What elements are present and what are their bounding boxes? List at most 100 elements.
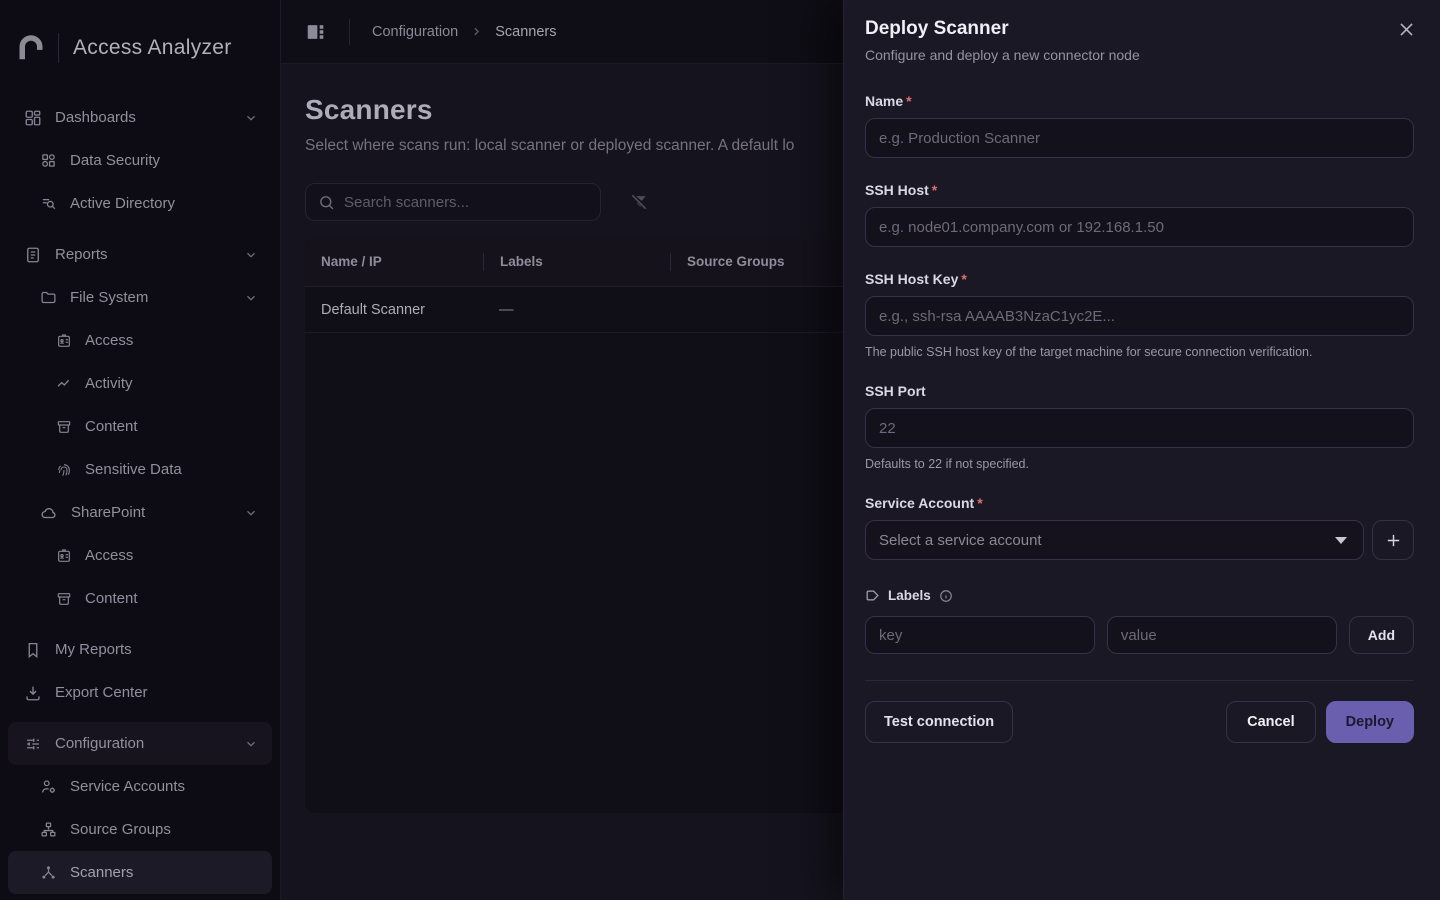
deploy-button[interactable]: Deploy [1326,701,1414,743]
sidebar-item-label: Activity [85,375,133,392]
plus-icon [1385,532,1402,549]
chevron-down-icon [244,111,258,125]
add-service-account-button[interactable] [1372,520,1414,560]
sidebar-item-label: Sensitive Data [85,461,182,478]
sidebar-item-label: My Reports [55,641,132,658]
sidebar-item-label: Access [85,547,133,564]
close-icon[interactable] [1397,20,1416,39]
search-input[interactable] [344,194,588,211]
ssh-port-help: Defaults to 22 if not specified. [865,457,1414,471]
ssh-host-key-help: The public SSH host key of the target ma… [865,345,1414,359]
sidebar-toggle-button[interactable] [305,21,327,43]
sidebar-item-label: Scanners [70,864,133,881]
scanner-node-icon [40,864,57,881]
footer-actions: Cancel Deploy [1226,701,1414,743]
name-field-group: Name* [865,93,1414,158]
labels-inputs-row: Add [865,616,1414,654]
required-marker: * [961,271,966,287]
sidebar-item-file-system[interactable]: File System [8,276,272,319]
drawer-title: Deploy Scanner [865,18,1414,40]
sidebar-item-sharepoint[interactable]: SharePoint [8,491,272,534]
sidebar-item-label: File System [70,289,148,306]
chevron-down-icon [244,506,258,520]
sidebar-item-dashboards[interactable]: Dashboards [8,96,272,139]
footer-divider [865,680,1414,681]
sidebar-item-label: Active Directory [70,195,175,212]
reports-icon [24,246,42,264]
required-marker: * [977,495,982,511]
filter-off-icon[interactable] [629,192,649,212]
ssh-host-label: SSH Host* [865,182,1414,198]
search-icon [318,194,335,211]
topbar-divider [349,19,350,45]
sidebar-item-label: Configuration [55,735,144,752]
info-icon [939,589,953,603]
hierarchy-icon [40,821,57,838]
tag-icon [865,588,880,603]
sidebar-item-fs-content[interactable]: Content [8,405,272,448]
name-field[interactable] [865,118,1414,158]
sidebar-item-label: Access [85,332,133,349]
sidebar-item-sp-access[interactable]: Access [8,534,272,577]
bookmark-icon [24,641,42,659]
app-title: Access Analyzer [73,36,232,60]
sidebar-item-source-groups[interactable]: Source Groups [8,808,272,851]
chevron-right-icon [470,25,483,38]
chevron-down-icon [244,291,258,305]
label-value-field[interactable] [1107,616,1337,654]
sidebar-item-label: Reports [55,246,108,263]
archive-icon [56,419,72,435]
ssh-host-key-label: SSH Host Key* [865,271,1414,287]
sidebar-item-fs-sensitive-data[interactable]: Sensitive Data [8,448,272,491]
download-icon [24,684,42,702]
service-account-label: Service Account* [865,495,1414,511]
deploy-scanner-drawer: Deploy Scanner Configure and deploy a ne… [843,0,1440,900]
name-label: Name* [865,93,1414,109]
test-connection-button[interactable]: Test connection [865,701,1013,743]
ssh-host-field[interactable] [865,207,1414,247]
sidebar-item-service-accounts[interactable]: Service Accounts [8,765,272,808]
folder-icon [40,289,57,306]
archive-icon [56,591,72,607]
sidebar-item-label: SharePoint [71,504,145,521]
column-labels: Labels [483,253,670,271]
breadcrumb: Configuration Scanners [372,24,557,40]
sidebar-item-sp-content[interactable]: Content [8,577,272,620]
sidebar-item-my-reports[interactable]: My Reports [8,628,272,671]
ssh-host-key-field[interactable] [865,296,1414,336]
dashboards-icon [24,109,42,127]
sidebar-item-fs-access[interactable]: Access [8,319,272,362]
cancel-button[interactable]: Cancel [1226,701,1316,743]
sidebar-item-active-directory[interactable]: Active Directory [8,182,272,225]
user-gear-icon [40,778,57,795]
sidebar-item-configuration[interactable]: Configuration [8,722,272,765]
label-key-field[interactable] [865,616,1095,654]
sidebar-item-label: Export Center [55,684,148,701]
breadcrumb-configuration[interactable]: Configuration [372,24,458,40]
breadcrumb-scanners[interactable]: Scanners [495,24,556,40]
logo-divider [58,33,59,63]
sidebar-item-fs-activity[interactable]: Activity [8,362,272,405]
search-box [305,183,601,221]
sidebar-item-label: Source Groups [70,821,171,838]
required-marker: * [932,182,937,198]
sidebar-item-data-security[interactable]: Data Security [8,139,272,182]
sidebar-item-scanners[interactable]: Scanners [8,851,272,894]
column-name-ip: Name / IP [305,253,483,271]
service-account-field-group: Service Account* Select a service accoun… [865,495,1414,560]
ssh-port-field[interactable] [865,408,1414,448]
cloud-icon [40,504,58,522]
id-badge-icon [56,548,72,564]
ssh-port-label: SSH Port [865,383,1414,399]
cell-scanner-name: Default Scanner [305,302,483,318]
sidebar-item-export-center[interactable]: Export Center [8,671,272,714]
service-account-value: Select a service account [879,532,1335,549]
cell-scanner-labels: — [483,302,670,318]
app-root: Access Analyzer Dashboards Data Security… [0,0,1440,900]
sidebar-item-reports[interactable]: Reports [8,233,272,276]
sidebar-item-label: Service Accounts [70,778,185,795]
service-account-select[interactable]: Select a service account [865,520,1364,560]
add-label-button[interactable]: Add [1349,616,1414,654]
chevron-down-icon [244,248,258,262]
sidebar: Access Analyzer Dashboards Data Security… [0,0,281,900]
